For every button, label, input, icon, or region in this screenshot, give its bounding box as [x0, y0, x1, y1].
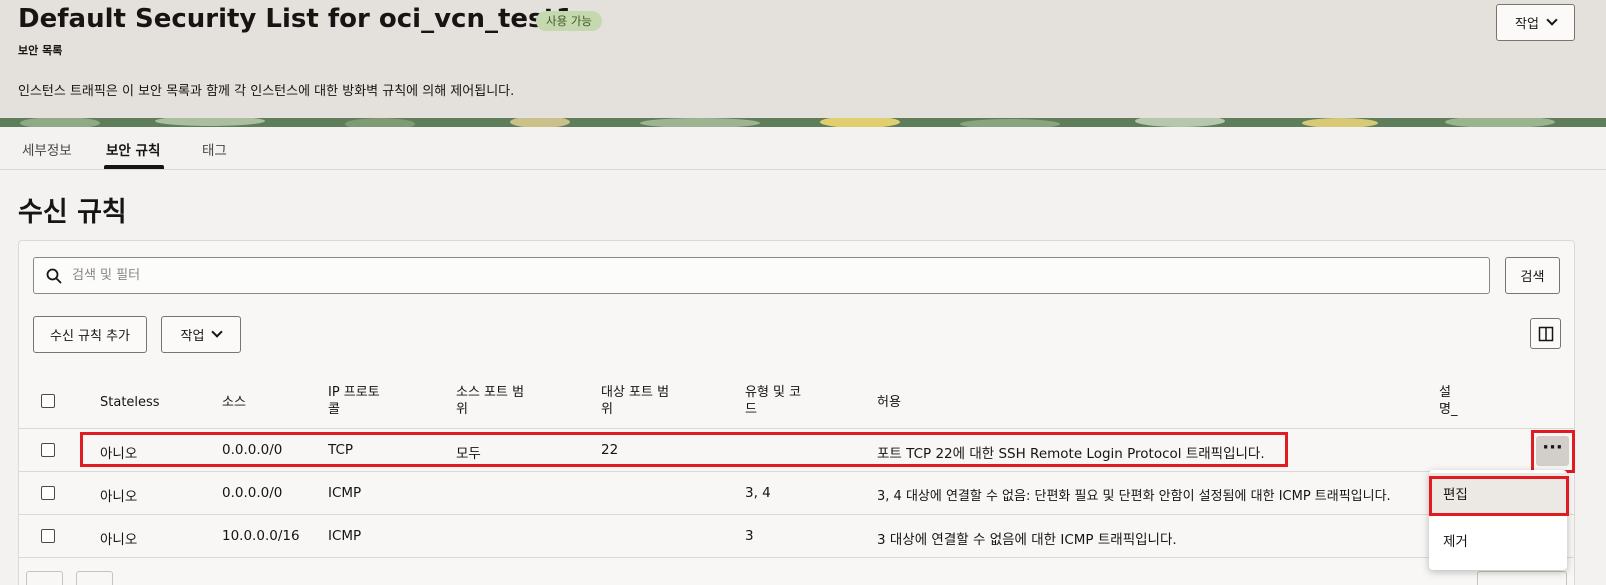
chevron-down-icon	[1546, 14, 1558, 26]
search-box	[33, 257, 1490, 294]
active-tab-indicator	[104, 165, 164, 169]
search-button[interactable]: 검색	[1505, 257, 1560, 294]
tab-bar: 세부정보 보안 규칙 태그	[0, 127, 1606, 170]
add-ingress-rule-button[interactable]: 수신 규칙 추가	[33, 316, 147, 353]
cell-allows: 3 대상에 연결할 수 없음에 대한 ICMP 트래픽입니다.	[877, 532, 1177, 548]
col-dest-port-line1: 대상 포트 범	[601, 385, 670, 400]
chevron-down-icon	[211, 326, 224, 338]
col-source: 소스	[222, 395, 246, 410]
pager-size-select[interactable]	[1477, 571, 1567, 585]
cell-source: 10.0.0.0/16	[222, 528, 300, 544]
header-banner	[0, 118, 1606, 127]
highlight-more-button	[1531, 430, 1575, 473]
search-icon	[46, 268, 62, 284]
tab-details[interactable]: 세부정보	[22, 139, 72, 159]
col-source-port: 소스 포트 범 위	[456, 384, 524, 418]
pager-prev-button[interactable]	[26, 571, 63, 585]
col-dest-port: 대상 포트 범 위	[601, 384, 669, 418]
row-divider	[19, 428, 1574, 429]
col-ip-protocol-line1: IP 프로토	[328, 385, 380, 400]
columns-icon	[1538, 326, 1553, 341]
cell-stateless: 아니오	[100, 532, 138, 548]
page-subtitle: 보안 목록	[18, 44, 63, 57]
col-stateless: Stateless	[100, 395, 160, 410]
header-action-label: 작업	[1515, 17, 1539, 32]
menu-item-remove[interactable]: 제거	[1429, 520, 1567, 560]
cell-type-code: 3, 4	[745, 485, 771, 501]
cell-stateless: 아니오	[100, 489, 138, 505]
tab-tags[interactable]: 태그	[202, 139, 227, 159]
row-checkbox[interactable]	[41, 443, 55, 457]
page-title: Default Security List for oci_vcn_test1	[18, 4, 575, 34]
rules-action-button[interactable]: 작업	[161, 316, 241, 353]
row-checkbox[interactable]	[41, 486, 55, 500]
add-ingress-rule-label: 수신 규칙 추가	[49, 329, 131, 344]
highlight-edit-item	[1429, 476, 1569, 516]
page-description: 인스턴스 트래픽은 이 보안 목록과 함께 각 인스턴스에 대한 방화벽 규칙에…	[18, 84, 515, 99]
columns-toggle-button[interactable]	[1530, 318, 1561, 349]
page-header: Default Security List for oci_vcn_test1 …	[0, 0, 1606, 118]
cell-protocol: ICMP	[328, 528, 362, 544]
status-badge: 사용 가능	[536, 11, 602, 31]
col-description: 설 명_	[1439, 384, 1457, 418]
col-source-port-line2: 위	[456, 402, 468, 417]
col-type-code: 유형 및 코 드	[745, 384, 801, 418]
col-ip-protocol: IP 프로토 콜	[328, 384, 380, 418]
select-all-checkbox[interactable]	[41, 394, 55, 408]
highlight-row-1	[80, 432, 1288, 467]
pager-next-button[interactable]	[76, 571, 113, 585]
col-description-line2: 명_	[1439, 402, 1458, 417]
col-ip-protocol-line2: 콜	[328, 402, 340, 417]
col-type-code-line2: 드	[745, 402, 757, 417]
row-divider	[19, 471, 1574, 472]
section-title: 수신 규칙	[18, 197, 127, 228]
row-checkbox[interactable]	[41, 529, 55, 543]
col-description-line1: 설	[1439, 385, 1451, 400]
tab-security-rules[interactable]: 보안 규칙	[106, 139, 160, 159]
col-allows: 허용	[877, 395, 901, 410]
col-dest-port-line2: 위	[601, 402, 613, 417]
cell-type-code: 3	[745, 528, 754, 544]
header-action-button[interactable]: 작업	[1496, 4, 1575, 41]
col-type-code-line1: 유형 및 코	[745, 385, 802, 400]
cell-protocol: ICMP	[328, 485, 362, 501]
cell-allows: 3, 4 대상에 연결할 수 없음: 단편화 필요 및 단편화 안함이 설정됨에…	[877, 489, 1391, 504]
row-divider	[19, 557, 1574, 558]
search-input[interactable]	[72, 258, 1472, 293]
col-source-port-line1: 소스 포트 범	[456, 385, 525, 400]
row-divider	[19, 514, 1574, 515]
cell-source: 0.0.0.0/0	[222, 485, 283, 501]
rules-action-label: 작업	[180, 329, 205, 344]
